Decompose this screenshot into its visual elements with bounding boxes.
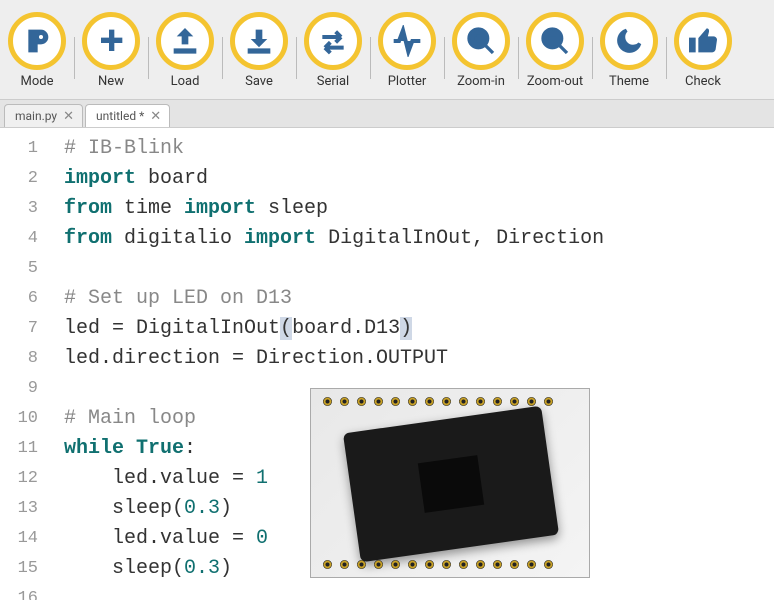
zoom-in-icon [452, 12, 510, 70]
tool-label: Zoom-in [457, 74, 505, 89]
tool-label: Zoom-out [527, 74, 583, 89]
toolbar: Mode New Load Save Serial Plotter Zoom-in Zoom-… [0, 0, 774, 100]
line-number: 7 [0, 314, 50, 344]
swap-icon [304, 12, 362, 70]
tool-new[interactable]: New [74, 12, 148, 89]
line-number: 13 [0, 494, 50, 524]
tab-label: main.py [15, 109, 57, 123]
tool-label: Load [171, 74, 200, 89]
close-icon[interactable]: ✕ [63, 110, 74, 123]
code-line[interactable]: from digitalio import DigitalInOut, Dire… [64, 224, 604, 254]
line-number: 6 [0, 284, 50, 314]
tool-label: Plotter [388, 74, 427, 89]
line-number: 9 [0, 374, 50, 404]
tool-zoom-in[interactable]: Zoom-in [444, 12, 518, 89]
tool-label: Save [245, 74, 273, 89]
tool-save[interactable]: Save [222, 12, 296, 89]
line-number: 1 [0, 134, 50, 164]
code-line[interactable] [64, 584, 604, 600]
tab[interactable]: main.py ✕ [4, 104, 83, 127]
plus-icon [82, 12, 140, 70]
line-number: 16 [0, 584, 50, 600]
code-line[interactable]: led.direction = Direction.OUTPUT [64, 344, 604, 374]
tool-label: Mode [21, 74, 54, 89]
tool-zoom-out[interactable]: Zoom-out [518, 12, 592, 89]
code-line[interactable] [64, 254, 604, 284]
thumbs-up-icon [674, 12, 732, 70]
line-number: 10 [0, 404, 50, 434]
upload-icon [156, 12, 214, 70]
code-line[interactable]: import board [64, 164, 604, 194]
code-line[interactable]: led = DigitalInOut(board.D13) [64, 314, 604, 344]
tool-label: Serial [317, 74, 349, 89]
zoom-out-icon [526, 12, 584, 70]
line-number: 8 [0, 344, 50, 374]
mode-icon [8, 12, 66, 70]
line-gutter: 12345678910111213141516 [0, 128, 50, 600]
tool-load[interactable]: Load [148, 12, 222, 89]
tool-theme[interactable]: Theme [592, 12, 666, 89]
code-line[interactable]: # Set up LED on D13 [64, 284, 604, 314]
tool-label: New [98, 74, 124, 89]
line-number: 3 [0, 194, 50, 224]
line-number: 5 [0, 254, 50, 284]
tool-mode[interactable]: Mode [0, 12, 74, 89]
board-photo [310, 388, 590, 578]
line-number: 4 [0, 224, 50, 254]
tool-label: Check [685, 74, 721, 89]
line-number: 12 [0, 464, 50, 494]
tool-serial[interactable]: Serial [296, 12, 370, 89]
line-number: 14 [0, 524, 50, 554]
close-icon[interactable]: ✕ [150, 110, 161, 123]
line-number: 2 [0, 164, 50, 194]
tab-bar: main.py ✕ untitled * ✕ [0, 100, 774, 128]
tab[interactable]: untitled * ✕ [85, 104, 170, 127]
tool-plotter[interactable]: Plotter [370, 12, 444, 89]
tab-label: untitled * [96, 109, 144, 123]
code-line[interactable]: # IB-Blink [64, 134, 604, 164]
pulse-icon [378, 12, 436, 70]
tool-label: Theme [609, 74, 649, 89]
code-line[interactable]: from time import sleep [64, 194, 604, 224]
code-editor[interactable]: 12345678910111213141516 # IB-Blinkimport… [0, 128, 774, 600]
download-icon [230, 12, 288, 70]
moon-icon [600, 12, 658, 70]
line-number: 15 [0, 554, 50, 584]
tool-check[interactable]: Check [666, 12, 740, 89]
line-number: 11 [0, 434, 50, 464]
